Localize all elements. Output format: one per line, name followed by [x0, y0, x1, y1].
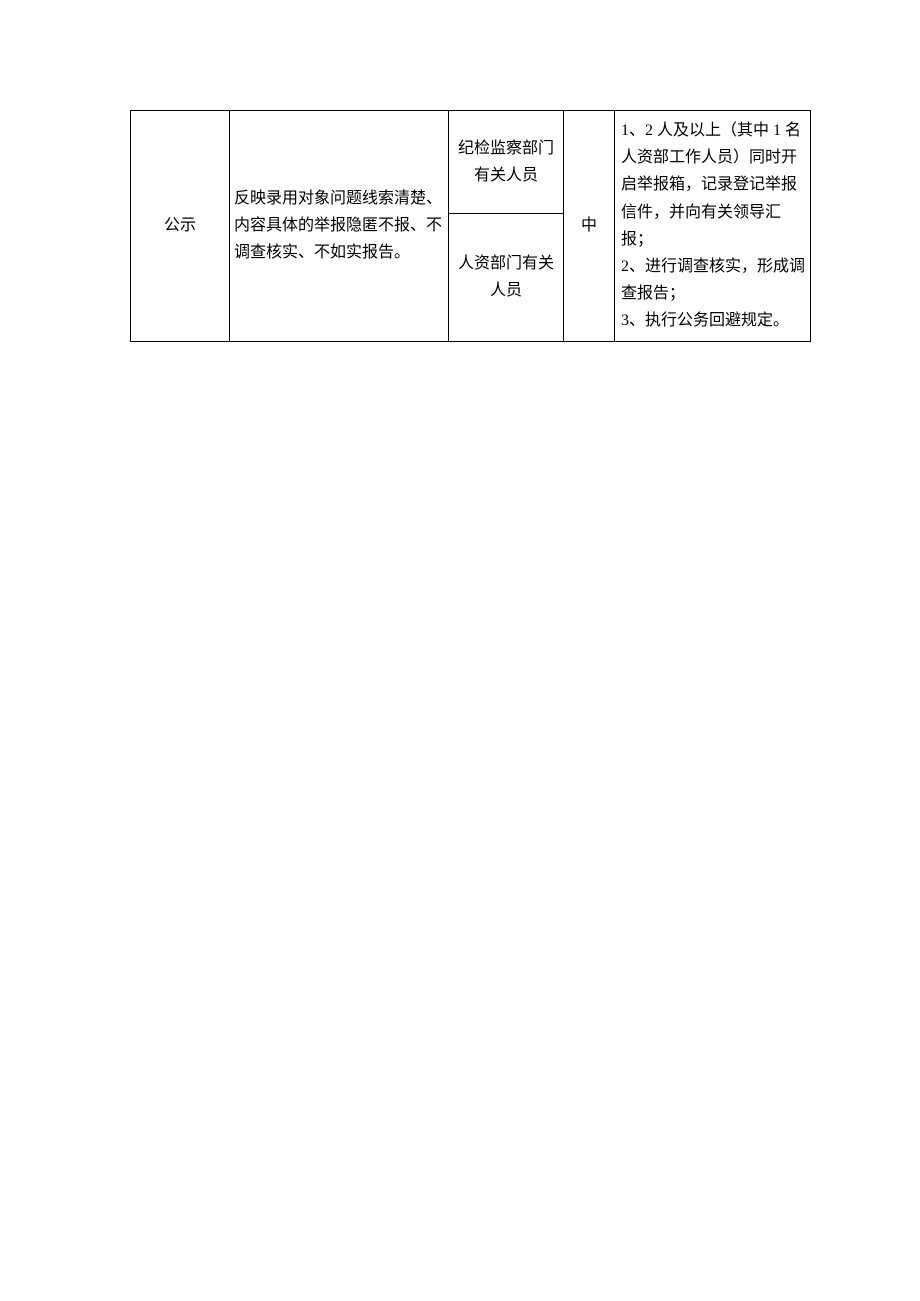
cell-measures: 1、2 人及以上（其中 1 名人资部工作人员）同时开启举报箱，记录登记举报信件，… — [615, 111, 811, 342]
cell-risk-desc: 反映录用对象问题线索清楚、内容具体的举报隐匿不报、不调查核实、不如实报告。 — [230, 111, 449, 342]
document-page: 公示 反映录用对象问题线索清楚、内容具体的举报隐匿不报、不调查核实、不如实报告。… — [0, 0, 920, 342]
cell-dept-bottom: 人资部门有关人员 — [449, 213, 564, 341]
table-row: 公示 反映录用对象问题线索清楚、内容具体的举报隐匿不报、不调查核实、不如实报告。… — [131, 111, 811, 214]
cell-level: 中 — [564, 111, 615, 342]
cell-phase: 公示 — [131, 111, 230, 342]
cell-dept-top: 纪检监察部门有关人员 — [449, 111, 564, 214]
risk-table: 公示 反映录用对象问题线索清楚、内容具体的举报隐匿不报、不调查核实、不如实报告。… — [130, 110, 811, 342]
